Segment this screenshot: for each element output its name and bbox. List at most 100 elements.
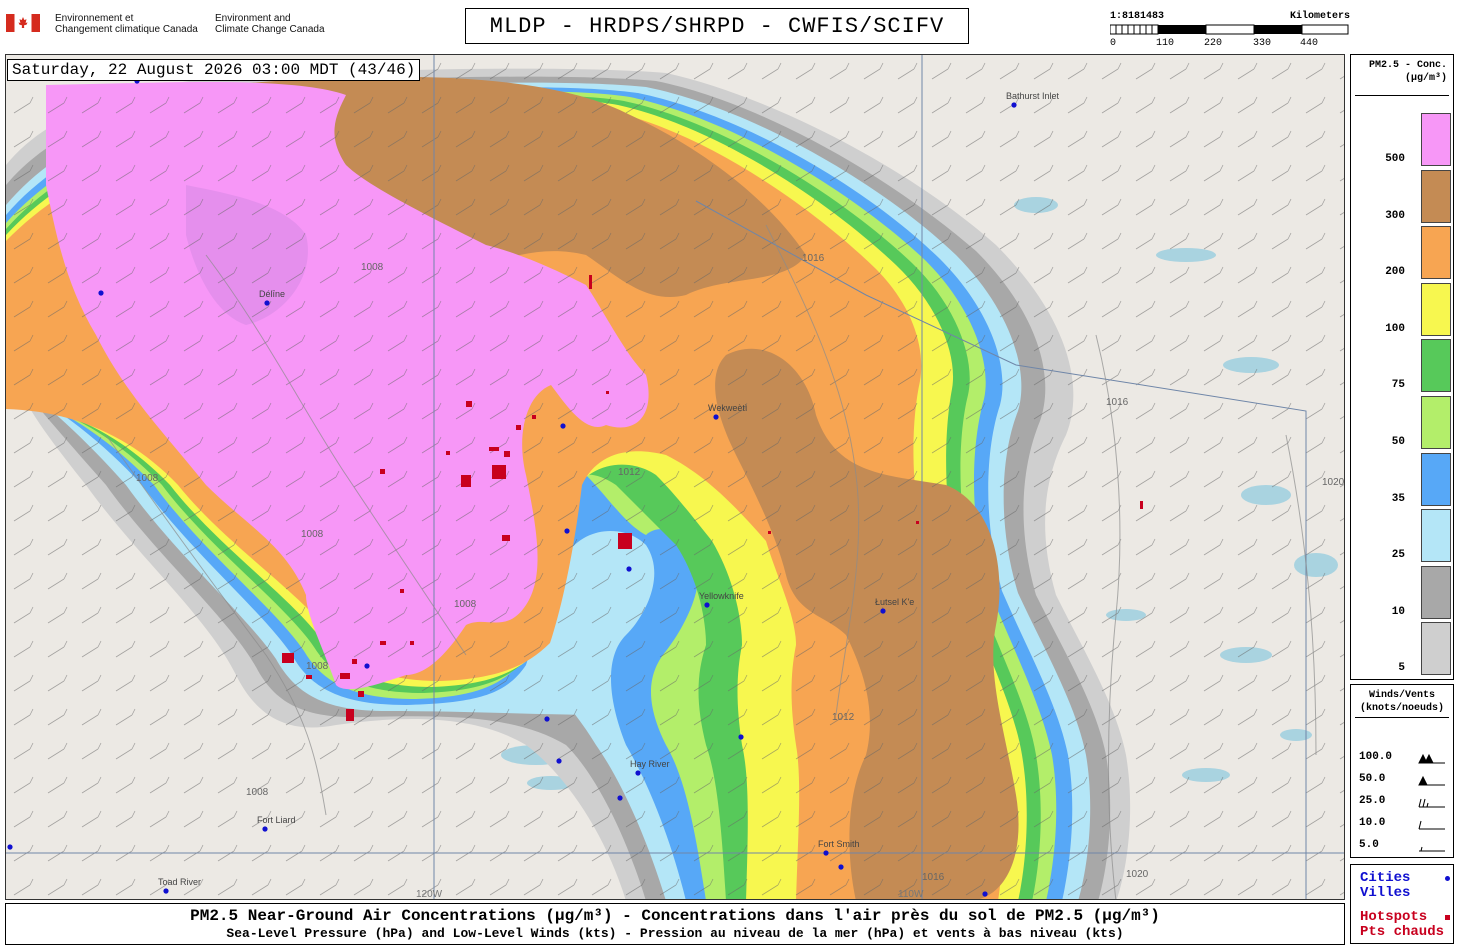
city-label: Délīne xyxy=(259,289,285,299)
legend-swatch-50 xyxy=(1421,396,1451,449)
longitude-label-110w: 110W xyxy=(898,889,924,900)
city-label: Łutsel K'e xyxy=(875,597,914,607)
city-marker[interactable] xyxy=(635,770,641,776)
legend-swatch-10 xyxy=(1421,565,1451,619)
legend-label-75: 75 xyxy=(1391,379,1405,392)
isobar-label-10: 1016 xyxy=(922,872,945,883)
agency-fr-line1: Environnement et xyxy=(55,13,134,24)
wind-legend: Winds/Vents (knots/noeuds) 100.0 50.0 25… xyxy=(1350,684,1454,858)
product-title: MLDP - HRDPS/SHRPD - CWFIS/SCIFV xyxy=(465,8,969,44)
scale-tick-1: 110 xyxy=(1156,38,1175,49)
agency-en-line1: Environment and xyxy=(215,13,291,24)
city-label: Wekweètì xyxy=(708,403,747,413)
isobar-label-12: 1020 xyxy=(1322,477,1345,488)
city-marker[interactable] xyxy=(982,891,988,897)
legend-label-35: 35 xyxy=(1391,492,1405,505)
city-marker[interactable] xyxy=(7,844,13,850)
agency-fr-line2: Changement climatique Canada xyxy=(55,24,198,35)
city-label: Fort Smith xyxy=(818,839,860,849)
legend-swatch-300 xyxy=(1421,169,1451,223)
wind-legend-row-10: 10.0 xyxy=(1359,817,1386,829)
city-label: Fort Liard xyxy=(257,815,296,825)
city-marker[interactable] xyxy=(560,423,566,429)
city-label: Yellowknife xyxy=(699,591,744,601)
isobar-label-6: 1008 xyxy=(246,787,269,798)
wind-legend-row-5: 5.0 xyxy=(1359,839,1379,851)
city-marker[interactable] xyxy=(880,608,886,614)
legend-swatch-5 xyxy=(1421,622,1451,676)
city-marker[interactable] xyxy=(713,414,719,420)
isobar-label-5: 1008 xyxy=(136,473,159,484)
city-marker[interactable] xyxy=(264,300,270,306)
pm25-legend-title-line2: (µg/m³) xyxy=(1404,73,1447,84)
symbols-legend: Cities Villes Hotspots Pts chauds xyxy=(1350,864,1454,944)
city-marker[interactable] xyxy=(163,888,169,894)
scale-bar-graphic xyxy=(1110,24,1349,35)
map-canvas[interactable]: 1008 1008 1008 1008 1008 1008 1012 1012 … xyxy=(6,55,1345,900)
hotspots-label-fr: Pts chauds xyxy=(1360,924,1445,940)
legend-swatch-200 xyxy=(1421,226,1451,280)
scale-bar: 1:8181483 Kilometers 0 110 220 330 440 xyxy=(1108,10,1352,50)
city-marker[interactable] xyxy=(838,864,844,870)
city-label: Toad River xyxy=(158,877,201,887)
city-marker[interactable] xyxy=(617,795,623,801)
isobar-label-8: 1012 xyxy=(618,467,641,478)
city-marker[interactable] xyxy=(544,716,550,722)
legend-swatch-25 xyxy=(1421,509,1451,563)
city-marker[interactable] xyxy=(564,528,570,534)
pm25-legend: PM2.5 - Conc. (µg/m³) 500 300 200 100 75 50 35… xyxy=(1350,54,1454,680)
city-marker[interactable] xyxy=(262,826,268,832)
isobar-label-13: 1020 xyxy=(1126,869,1149,880)
isobar-label-3: 1008 xyxy=(454,599,477,610)
isobar-label-7: 1012 xyxy=(832,712,855,723)
footer-caption: PM2.5 Near-Ground Air Concentrations (µg… xyxy=(5,903,1345,945)
legend-swatch-100 xyxy=(1421,282,1451,336)
legend-label-5: 5 xyxy=(1398,662,1405,675)
city-label: Bathurst Inlet xyxy=(1006,91,1060,101)
footer-line1: PM2.5 Near-Ground Air Concentrations (µg… xyxy=(190,907,1160,925)
legend-label-200: 200 xyxy=(1385,266,1405,279)
city-marker[interactable] xyxy=(1011,102,1017,108)
city-marker[interactable] xyxy=(704,602,710,608)
legend-swatch-35 xyxy=(1421,452,1451,506)
wind-legend-row-50: 50.0 xyxy=(1359,773,1386,785)
agency-en-line2: Climate Change Canada xyxy=(215,24,325,35)
city-marker[interactable] xyxy=(98,290,104,296)
wind-barb-samples xyxy=(1418,753,1445,852)
city-marker[interactable] xyxy=(823,850,829,856)
legend-label-500: 500 xyxy=(1385,153,1405,165)
wind-legend-title-line2: (knots/noeuds) xyxy=(1359,703,1444,714)
cities-label-fr: Villes xyxy=(1360,885,1411,901)
scale-tick-2: 220 xyxy=(1204,38,1223,49)
city-label: Hay River xyxy=(630,759,670,769)
legend-label-50: 50 xyxy=(1391,436,1405,448)
pm25-legend-title: PM2.5 - Conc. (µg/m³) xyxy=(1351,55,1453,85)
city-marker[interactable] xyxy=(738,734,744,740)
scale-ratio: 1:8181483 xyxy=(1110,11,1165,22)
legend-label-10: 10 xyxy=(1391,605,1405,618)
city-marker[interactable] xyxy=(556,758,562,764)
legend-label-100: 100 xyxy=(1385,322,1405,335)
city-marker[interactable] xyxy=(626,566,632,572)
pm25-legend-title-line1: PM2.5 - Conc. xyxy=(1368,60,1447,71)
wind-legend-title: Winds/Vents (knots/noeuds) xyxy=(1351,685,1453,715)
hotspot-square-icon xyxy=(1445,915,1450,920)
forecast-timestamp: Saturday, 22 August 2026 03:00 MDT (43/4… xyxy=(7,59,421,81)
legend-divider xyxy=(1355,717,1449,718)
isobar-label-11: 1016 xyxy=(802,253,825,264)
scale-tick-3: 330 xyxy=(1253,38,1272,49)
isobar-label-4: 1008 xyxy=(306,661,329,672)
isobar-label-1: 1008 xyxy=(361,262,384,273)
wind-legend-row-100: 100.0 xyxy=(1359,751,1393,763)
canada-flag-icon xyxy=(6,14,40,32)
wind-legend-row-25: 25.0 xyxy=(1359,795,1386,807)
scale-unit: Kilometers xyxy=(1289,11,1350,22)
hotspots-label-en: Hotspots xyxy=(1360,909,1428,925)
map-panel[interactable]: 1008 1008 1008 1008 1008 1008 1012 1012 … xyxy=(5,54,1345,900)
scale-tick-4: 440 xyxy=(1300,38,1319,49)
isobar-label-9: 1016 xyxy=(1106,397,1129,408)
legend-divider xyxy=(1355,95,1449,96)
legend-label-300: 300 xyxy=(1385,209,1405,222)
footer-line2: Sea-Level Pressure (hPa) and Low-Level W… xyxy=(226,926,1124,941)
city-marker[interactable] xyxy=(364,663,370,669)
